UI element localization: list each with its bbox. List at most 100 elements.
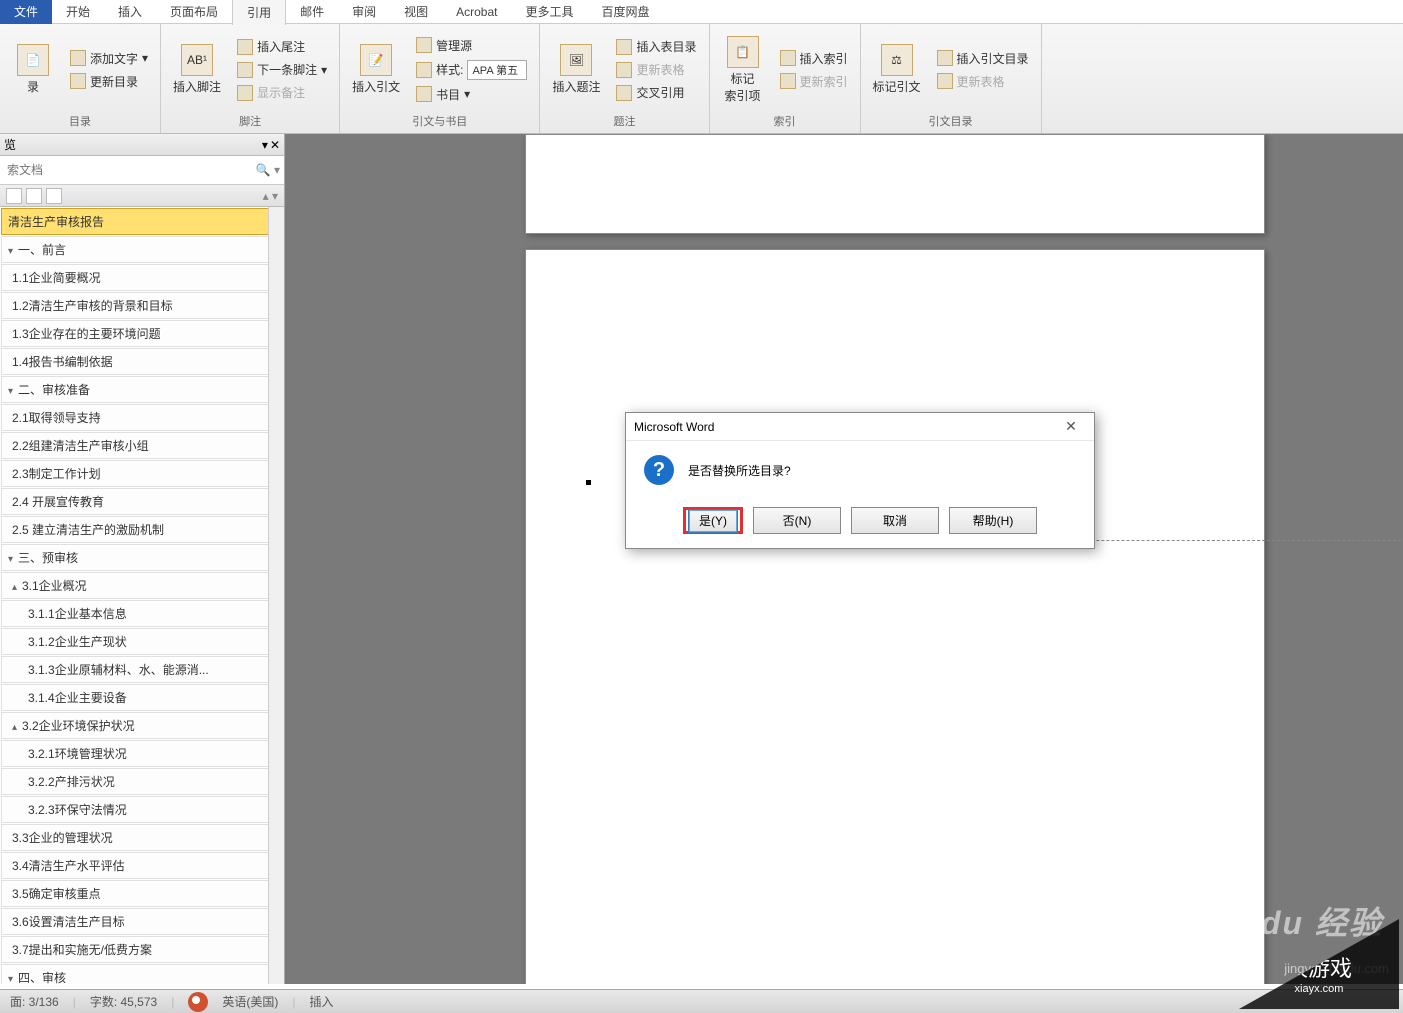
update-authority-button[interactable]: 更新表格 <box>933 71 1033 92</box>
nav-item[interactable]: 3.2.2产排污状况 <box>1 768 283 795</box>
nav-scrollbar[interactable] <box>268 207 284 984</box>
document-area[interactable]: 目录 Microsoft Word ✕ ? 是否替换所选目录? 是(Y) 否(N… <box>285 134 1403 984</box>
nav-item[interactable]: 1.4报告书编制依据 <box>1 348 283 375</box>
expander-icon[interactable]: ▴ <box>12 582 22 593</box>
insert-caption-button[interactable]: 🖼插入题注 <box>548 28 604 111</box>
nav-item[interactable]: 3.2.3环保守法情况 <box>1 796 283 823</box>
endnote-label: 插入尾注 <box>257 38 305 55</box>
show-notes-button[interactable]: 显示备注 <box>233 82 331 103</box>
nav-item[interactable]: 3.6设置清洁生产目标 <box>1 908 283 935</box>
insert-citation-button[interactable]: 📝插入引文 <box>348 28 404 111</box>
nav-item[interactable]: 清洁生产审核报告 <box>1 208 283 235</box>
bibliography-button[interactable]: 书目 ▾ <box>412 84 531 105</box>
update-toc-label: 更新目录 <box>90 73 138 90</box>
expander-icon[interactable]: ▾ <box>8 974 18 984</box>
nav-item-label: 3.2企业环境保护状况 <box>22 719 135 733</box>
mark-index-button[interactable]: 📋标记 索引项 <box>718 28 768 111</box>
navigation-pane: 览 ▾ ✕ 🔍 ▾ ▴ ▾ 清洁生产审核报告▾一、前言1.1企业简要概况1.2清… <box>0 134 285 984</box>
status-page[interactable]: 面: 3/136 <box>10 993 59 1010</box>
view-pages-icon[interactable] <box>26 188 42 204</box>
nav-tree[interactable]: 清洁生产审核报告▾一、前言1.1企业简要概况1.2清洁生产审核的背景和目标1.3… <box>0 207 284 984</box>
collapse-all-icon[interactable]: ▴ ▾ <box>263 189 278 203</box>
view-results-icon[interactable] <box>46 188 62 204</box>
next-footnote-button[interactable]: 下一条脚注 ▾ <box>233 59 331 80</box>
tab-mail[interactable]: 邮件 <box>286 0 338 24</box>
group-footnote: AB¹插入脚注 插入尾注 下一条脚注 ▾ 显示备注 脚注 <box>161 24 340 133</box>
update-figtable-button[interactable]: 更新表格 <box>612 59 700 80</box>
toc-button[interactable]: 📄录 <box>8 28 58 111</box>
nav-item[interactable]: 2.3制定工作计划 <box>1 460 283 487</box>
nav-item[interactable]: ▾三、预审核 <box>1 544 283 571</box>
tab-file[interactable]: 文件 <box>0 0 52 24</box>
tab-acrobat[interactable]: Acrobat <box>442 1 511 23</box>
tab-insert[interactable]: 插入 <box>104 0 156 24</box>
tab-layout[interactable]: 页面布局 <box>156 0 232 24</box>
navpane-close-icon[interactable]: ✕ <box>270 138 280 152</box>
nav-item[interactable]: 1.3企业存在的主要环境问题 <box>1 320 283 347</box>
page-previous <box>525 134 1265 234</box>
style-value[interactable]: APA 第五 <box>467 60 527 80</box>
tab-baidu[interactable]: 百度网盘 <box>588 0 664 24</box>
help-button[interactable]: 帮助(H) <box>949 507 1037 534</box>
nav-item-label: 3.6设置清洁生产目标 <box>12 915 125 929</box>
nav-item-label: 3.1.3企业原辅材料、水、能源消... <box>28 663 209 677</box>
crossref-button[interactable]: 交叉引用 <box>612 82 700 103</box>
nav-item[interactable]: 3.4清洁生产水平评估 <box>1 852 283 879</box>
show-notes-icon <box>237 85 253 101</box>
search-icon[interactable]: 🔍 ▾ <box>256 163 280 177</box>
cancel-button[interactable]: 取消 <box>851 507 939 534</box>
update-index-button[interactable]: 更新索引 <box>776 71 852 92</box>
insert-endnote-button[interactable]: 插入尾注 <box>233 36 331 57</box>
nav-item[interactable]: 3.2.1环境管理状况 <box>1 740 283 767</box>
tab-references[interactable]: 引用 <box>232 0 286 25</box>
nav-item[interactable]: ▾二、审核准备 <box>1 376 283 403</box>
manage-label: 管理源 <box>436 37 472 54</box>
expander-icon[interactable]: ▴ <box>12 722 22 733</box>
nav-item[interactable]: 2.4 开展宣传教育 <box>1 488 283 515</box>
nav-item[interactable]: 2.2组建清洁生产审核小组 <box>1 432 283 459</box>
nav-item[interactable]: ▾四、审核 <box>1 964 283 984</box>
citation-style-select[interactable]: 样式: APA 第五 <box>412 58 531 82</box>
insert-figtable-button[interactable]: 插入表目录 <box>612 36 700 57</box>
nav-item[interactable]: 3.1.2企业生产现状 <box>1 628 283 655</box>
update-toc-button[interactable]: 更新目录 <box>66 71 152 92</box>
nav-item[interactable]: 3.1.3企业原辅材料、水、能源消... <box>1 656 283 683</box>
status-language[interactable]: 英语(美国) <box>222 993 278 1010</box>
status-wordcount[interactable]: 字数: 45,573 <box>90 993 157 1010</box>
nav-item[interactable]: 1.1企业简要概况 <box>1 264 283 291</box>
nav-item[interactable]: 3.7提出和实施无/低费方案 <box>1 936 283 963</box>
expander-icon[interactable]: ▾ <box>8 386 18 397</box>
search-input[interactable] <box>4 160 256 180</box>
manage-sources-button[interactable]: 管理源 <box>412 35 531 56</box>
nav-item[interactable]: 2.5 建立清洁生产的激励机制 <box>1 516 283 543</box>
yes-button[interactable]: 是(Y) <box>688 509 738 533</box>
crossref-label: 交叉引用 <box>636 84 684 101</box>
tab-review[interactable]: 审阅 <box>338 0 390 24</box>
expander-icon[interactable]: ▾ <box>8 554 18 565</box>
tab-view[interactable]: 视图 <box>390 0 442 24</box>
nav-item-label: 一、前言 <box>18 243 66 257</box>
nav-item[interactable]: ▴3.2企业环境保护状况 <box>1 712 283 739</box>
insert-footnote-button[interactable]: AB¹插入脚注 <box>169 28 225 111</box>
insert-authority-button[interactable]: 插入引文目录 <box>933 48 1033 69</box>
no-button[interactable]: 否(N) <box>753 507 841 534</box>
navpane-dropdown-icon[interactable]: ▾ <box>262 138 268 152</box>
status-mode[interactable]: 插入 <box>309 993 333 1010</box>
nav-item[interactable]: 3.3企业的管理状况 <box>1 824 283 851</box>
page-current[interactable]: 目录 <box>525 249 1265 984</box>
add-text-button[interactable]: 添加文字 ▾ <box>66 48 152 69</box>
mark-citation-button[interactable]: ⚖标记引文 <box>869 28 925 111</box>
insert-index-button[interactable]: 插入索引 <box>776 48 852 69</box>
nav-item[interactable]: ▴3.1企业概况 <box>1 572 283 599</box>
nav-item[interactable]: 1.2清洁生产审核的背景和目标 <box>1 292 283 319</box>
nav-item[interactable]: 3.1.4企业主要设备 <box>1 684 283 711</box>
tab-moretools[interactable]: 更多工具 <box>511 0 587 24</box>
nav-item[interactable]: ▾一、前言 <box>1 236 283 263</box>
nav-item[interactable]: 3.1.1企业基本信息 <box>1 600 283 627</box>
expander-icon[interactable]: ▾ <box>8 246 18 257</box>
nav-item[interactable]: 3.5确定审核重点 <box>1 880 283 907</box>
tab-home[interactable]: 开始 <box>52 0 104 24</box>
view-headings-icon[interactable] <box>6 188 22 204</box>
dialog-close-icon[interactable]: ✕ <box>1056 418 1086 435</box>
nav-item[interactable]: 2.1取得领导支持 <box>1 404 283 431</box>
